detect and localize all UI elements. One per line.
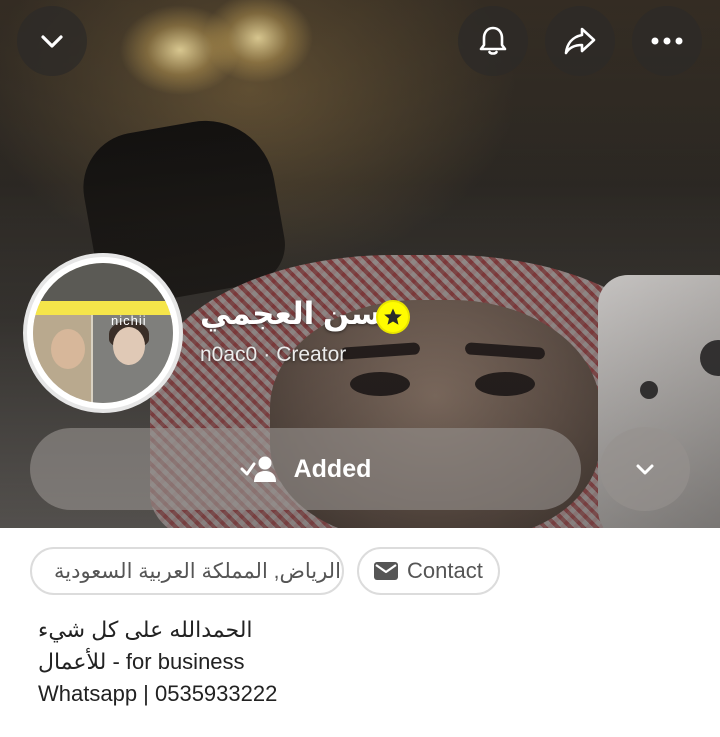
mail-icon: [374, 562, 398, 580]
profile-subline: n0ac0 · Creator: [200, 343, 346, 367]
contact-label: Contact: [407, 558, 483, 583]
bio-line: الحمدالله على كل شيء: [38, 617, 253, 642]
avatar-image-person-1: [51, 329, 85, 369]
collapse-button[interactable]: [17, 6, 87, 76]
added-label: Added: [293, 454, 372, 483]
friend-check-icon: [240, 456, 276, 482]
avatar-image-person-2: [113, 327, 145, 365]
location-chip[interactable]: الرياض, المملكة العربية السعودية: [30, 547, 344, 595]
chevron-down-icon: [636, 464, 654, 475]
avatar-image-strip: [33, 301, 173, 315]
chevron-down-icon: [41, 35, 63, 48]
share-button[interactable]: [545, 6, 615, 76]
profile-hero: nichii حسن العجمي n0ac0 · Creator Added: [0, 0, 720, 528]
avatar[interactable]: nichii: [23, 253, 183, 413]
location-text: الرياض, المملكة العربية السعودية: [54, 559, 341, 583]
avatar-image-top: [33, 263, 173, 303]
more-options-button[interactable]: [632, 6, 702, 76]
share-arrow-icon: [564, 27, 596, 55]
subline-separator: ·: [263, 343, 271, 366]
role-label: Creator: [276, 343, 347, 366]
more-dots-icon: [651, 37, 683, 45]
friend-options-dropdown-button[interactable]: [600, 427, 690, 511]
profile-info-section: الرياض, المملكة العربية السعودية Contact…: [0, 528, 720, 737]
avatar-overlay-text: nichii: [111, 313, 147, 328]
bio-line: للأعمال - for business: [38, 649, 245, 674]
notifications-button[interactable]: [458, 6, 528, 76]
username: n0ac0: [200, 343, 258, 366]
star-badge-icon: [376, 300, 410, 334]
avatar-image: nichii: [33, 263, 173, 403]
bio-line: Whatsapp | 0535933222: [38, 681, 278, 706]
display-name: حسن العجمي: [200, 296, 405, 331]
bell-icon: [479, 26, 507, 55]
profile-bio: الحمدالله على كل شيء للأعمال - for busin…: [38, 614, 678, 710]
added-button[interactable]: Added: [30, 428, 581, 510]
contact-chip[interactable]: Contact: [357, 547, 500, 595]
